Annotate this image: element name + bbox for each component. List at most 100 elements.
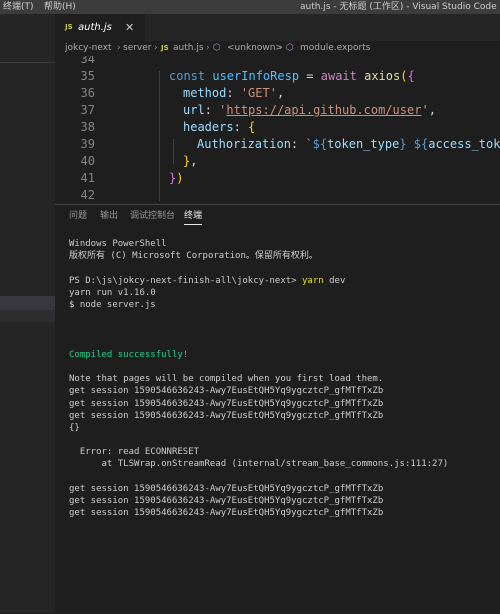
- terminal-command-arg: dev: [323, 276, 346, 286]
- code-text: url: 'https://api.github.com/user',: [183, 102, 436, 119]
- template-expr-open: ${: [413, 137, 429, 151]
- property-url: url: [183, 103, 205, 117]
- breadcrumb-item-module-exports[interactable]: module.exports: [300, 41, 370, 56]
- code-line-37: 37 url: 'https://api.github.com/user',: [55, 102, 500, 119]
- sidebar-divider: [0, 62, 55, 63]
- code-line-41: 41 }): [55, 170, 500, 187]
- template-space: [407, 137, 414, 151]
- window-title: auth.js - 无标题 (工作区) - Visual Studio Code: [300, 2, 497, 12]
- terminal-line: get session 1590546636243-Awy7EusEtQH5Yq…: [69, 484, 384, 494]
- terminal-line: get session 1590546636243-Awy7EusEtQH5Yq…: [69, 496, 384, 506]
- terminal-line: get session 1590546636243-Awy7EusEtQH5Yq…: [69, 399, 384, 409]
- code-editor[interactable]: 34 35 const userInfoResp = await axios({…: [55, 56, 500, 204]
- colon: :: [204, 103, 220, 117]
- tab-problems[interactable]: 问题: [69, 205, 87, 227]
- js-file-icon: JS: [65, 23, 73, 31]
- brace-open: {: [248, 120, 256, 134]
- property-authorization: Authorization: [197, 137, 291, 151]
- tab-output[interactable]: 输出: [100, 205, 118, 227]
- tab-debug-console[interactable]: 调试控制台: [130, 205, 175, 227]
- terminal-line: get session 1590546636243-Awy7EusEtQH5Yq…: [69, 508, 384, 518]
- editor-tab-bar: JS auth.js ✕: [55, 14, 500, 41]
- breadcrumb-item-auth-js[interactable]: auth.js: [173, 41, 204, 56]
- title-bar: 终端(T) 帮助(H) auth.js - 无标题 (工作区) - Visual…: [0, 0, 500, 14]
- breadcrumb-item-unknown[interactable]: <unknown>: [227, 41, 283, 56]
- bottom-panel: 问题 输出 调试控制台 终端 Windows PowerShell 版权所有 (…: [55, 204, 500, 614]
- terminal-line: get session 1590546636243-Awy7EusEtQH5Yq…: [69, 386, 384, 396]
- sidebar: [0, 14, 55, 613]
- terminal-prompt: PS D:\js\jokcy-next-finish-all\jokcy-nex…: [69, 276, 302, 286]
- identifier-access-token: access_token: [428, 137, 500, 151]
- breadcrumb: jokcy-next › server › JS auth.js › ⬡ <un…: [55, 41, 500, 56]
- template-expr-open: ${: [312, 137, 328, 151]
- string-get: 'GET': [240, 86, 277, 100]
- panel-tab-bar: 问题 输出 调试控制台 终端: [55, 205, 500, 227]
- line-number: 42: [80, 188, 95, 202]
- url-link[interactable]: https://api.github.com/user: [226, 103, 421, 117]
- line-number: 41: [80, 171, 95, 185]
- terminal-line: $ node server.js: [69, 300, 156, 310]
- line-number: 37: [80, 103, 95, 117]
- terminal-line: Note that pages will be compiled when yo…: [69, 374, 384, 384]
- line-number: 35: [80, 69, 95, 83]
- menu-terminal[interactable]: 终端(T): [3, 0, 34, 14]
- operator-assign: =: [299, 69, 321, 83]
- terminal-line: {}: [69, 423, 80, 433]
- code-line-35: 35 const userInfoResp = await axios({: [55, 68, 500, 85]
- line-number: 38: [80, 120, 95, 134]
- code-line-42: 42: [55, 187, 500, 204]
- line-number: 34: [80, 56, 95, 66]
- chevron-right-icon: ›: [206, 43, 210, 53]
- keyword-const: const: [169, 69, 206, 83]
- chevron-right-icon: ›: [279, 43, 283, 53]
- js-file-icon: JS: [161, 44, 169, 52]
- tab-auth-js[interactable]: JS auth.js ✕: [55, 14, 145, 41]
- tab-terminal[interactable]: 终端: [184, 205, 203, 227]
- line-number: 39: [80, 137, 95, 151]
- breadcrumb-item-jokcy-next[interactable]: jokcy-next: [65, 41, 112, 56]
- symbol-cube-icon: ⬡: [213, 43, 221, 53]
- keyword-await: await: [320, 69, 357, 83]
- terminal-line: get session 1590546636243-Awy7EusEtQH5Yq…: [69, 411, 384, 421]
- brace-open: {: [407, 69, 415, 83]
- sidebar-item[interactable]: [0, 310, 55, 322]
- terminal-error-line: at TLSWrap.onStreamRead (internal/stream…: [69, 459, 449, 469]
- line-number: 40: [80, 154, 95, 168]
- identifier-token-type: token_type: [327, 137, 400, 151]
- colon: :: [233, 120, 249, 134]
- terminal-line: PS D:\js\jokcy-next-finish-all\jokcy-nex…: [69, 275, 345, 287]
- menu-help[interactable]: 帮助(H): [44, 0, 76, 14]
- breadcrumb-item-server[interactable]: server: [123, 41, 152, 56]
- line-number: 36: [80, 86, 95, 100]
- code-text: }): [169, 170, 183, 187]
- symbol-cube-icon: ⬡: [286, 43, 294, 53]
- terminal-line: Windows PowerShell: [69, 239, 167, 249]
- paren-close: ): [176, 171, 184, 185]
- code-text: method: 'GET',: [183, 85, 284, 102]
- close-icon[interactable]: ✕: [125, 14, 134, 41]
- template-backtick: `: [305, 137, 313, 151]
- code-line-38: 38 headers: {: [55, 119, 500, 136]
- tab-label: auth.js: [78, 22, 112, 33]
- property-method: method: [183, 86, 227, 100]
- code-line-40: 40 },: [55, 153, 500, 170]
- terminal-error-line: Error: read ECONNRESET: [69, 447, 200, 457]
- quote: ': [421, 103, 429, 117]
- sidebar-selected-item[interactable]: [0, 296, 55, 311]
- colon: :: [226, 86, 241, 100]
- terminal-command: yarn: [302, 276, 324, 286]
- identifier-userinforesp: userInfoResp: [212, 69, 300, 83]
- property-headers: headers: [183, 120, 234, 134]
- chevron-right-icon: ›: [117, 43, 121, 53]
- colon: :: [290, 137, 306, 151]
- terminal-success-line: Compiled successfully!: [69, 350, 189, 360]
- comma: ,: [276, 86, 285, 100]
- comma: ,: [190, 154, 198, 168]
- terminal-output[interactable]: Windows PowerShell 版权所有 (C) Microsoft Co…: [69, 238, 497, 608]
- code-text: Authorization: `${token_type} ${access_t…: [197, 136, 500, 153]
- function-axios: axios: [364, 69, 401, 83]
- terminal-line: 版权所有 (C) Microsoft Corporation。保留所有权利。: [69, 251, 318, 261]
- terminal-line: yarn run v1.16.0: [69, 288, 156, 298]
- code-text: },: [183, 153, 197, 170]
- code-line-34: 34: [55, 56, 500, 68]
